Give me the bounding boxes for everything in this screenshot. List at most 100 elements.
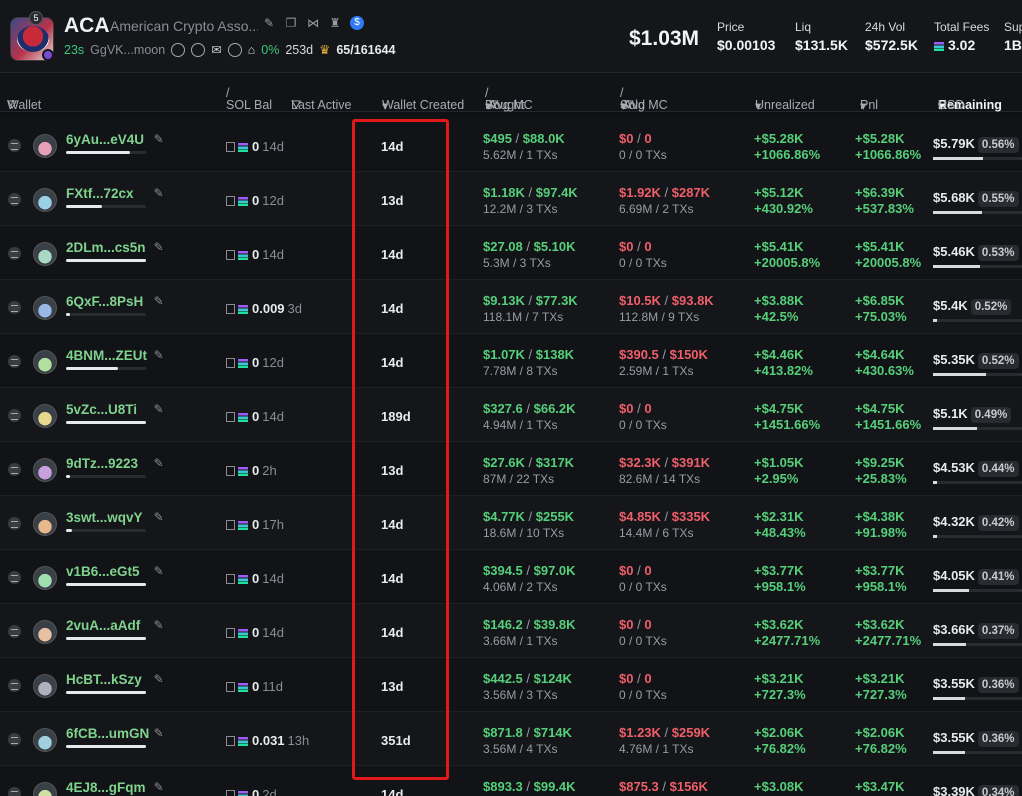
table-row[interactable]: v1B6...eGt5 ✎ 0 14d 14d $394.5 / $97.0K 4… xyxy=(0,550,1022,604)
table-row[interactable]: FXtf...72cx ✎ 0 12d 13d $1.18K / $97.4K 1… xyxy=(0,172,1022,226)
edit-icon[interactable]: ✎ xyxy=(154,564,164,578)
pnl-percent: +91.98% xyxy=(855,525,907,540)
remaining-percent-badge: 0.56% xyxy=(977,137,1019,153)
filter-icon[interactable]: ⛛ xyxy=(488,98,499,113)
wallet-address[interactable]: 9dTz...9223 xyxy=(66,456,138,471)
wallet-address[interactable]: 4EJ8...gFqm xyxy=(66,780,146,795)
edit-icon[interactable]: ✎ xyxy=(154,510,164,524)
sol-balance-value: 0 xyxy=(252,247,260,262)
wallet-address[interactable]: 2DLm...cs5n xyxy=(66,240,146,255)
filter-icon[interactable]: ⛛ xyxy=(291,98,302,113)
edit-icon[interactable]: ✎ xyxy=(154,240,164,254)
edit-icon[interactable]: ✎ xyxy=(154,780,164,794)
row-menu-icon[interactable] xyxy=(8,139,21,152)
filter-icon[interactable]: ⛛ xyxy=(7,98,18,113)
wallet-address[interactable]: 6QxF...8PsH xyxy=(66,294,143,309)
chef-icon[interactable]: ♜ xyxy=(328,16,342,30)
table-row[interactable]: 6fCB...umGN ✎ 0.031 13h 351d $871.8 / $71… xyxy=(0,712,1022,766)
sold-avg-mc: $287K xyxy=(671,185,711,200)
edit-icon[interactable]: ✎ xyxy=(154,402,164,416)
row-menu-icon[interactable] xyxy=(8,463,21,476)
edit-icon[interactable]: ✎ xyxy=(154,672,164,686)
table-row[interactable]: 2DLm...cs5n ✎ 0 14d 14d $27.08 / $5.10K 5… xyxy=(0,226,1022,280)
wallet-address[interactable]: v1B6...eGt5 xyxy=(66,564,140,579)
filter-icon[interactable]: ⛛ xyxy=(623,98,634,113)
row-menu-icon[interactable] xyxy=(8,517,21,530)
edit-icon[interactable]: ✎ xyxy=(154,348,164,362)
row-menu-icon[interactable] xyxy=(8,787,21,796)
edit-icon[interactable]: ✎ xyxy=(154,186,164,200)
solana-icon xyxy=(238,737,248,746)
col-sold[interactable]: Sold ▾ / Avg MC ⛛ xyxy=(620,86,668,113)
unrealized-amount: +$4.75K xyxy=(754,401,804,416)
share-icon[interactable]: ⋈ xyxy=(306,16,320,30)
wallet-avatar[interactable] xyxy=(33,296,57,320)
row-menu-icon[interactable] xyxy=(8,355,21,368)
table-row[interactable]: 6QxF...8PsH ✎ 0.009 3d 14d $9.13K / $77.3… xyxy=(0,280,1022,334)
wallet-avatar[interactable] xyxy=(33,566,57,590)
wallet-address[interactable]: 2vuA...aAdf xyxy=(66,618,140,633)
pnl-amount: +$4.64K xyxy=(855,347,905,362)
table-row[interactable]: 4BNM...ZEUt ✎ 0 12d 14d $1.07K / $138K 7.… xyxy=(0,334,1022,388)
row-menu-icon[interactable] xyxy=(8,301,21,314)
row-menu-icon[interactable] xyxy=(8,193,21,206)
wallet-avatar[interactable] xyxy=(33,404,57,428)
wallet-avatar[interactable] xyxy=(33,134,57,158)
wallet-address[interactable]: FXtf...72cx xyxy=(66,186,134,201)
wallet-address[interactable]: HcBT...kSzy xyxy=(66,672,142,687)
wallet-balance-bar xyxy=(66,583,146,586)
website-icon[interactable] xyxy=(191,42,206,57)
table-row[interactable]: 9dTz...9223 ✎ 0 2h 13d $27.6K / $317K 87M… xyxy=(0,442,1022,496)
pnl-cell: +$4.75K +1451.66% xyxy=(855,401,921,433)
dev-address[interactable]: GgVK...moon xyxy=(90,43,165,57)
post-icon[interactable]: ✉ xyxy=(211,42,221,57)
table-row[interactable]: 4EJ8...gFqm ✎ 0 2d 14d $893.3 / $99.4K $8… xyxy=(0,766,1022,796)
wallet-avatar[interactable] xyxy=(33,674,57,698)
edit-icon[interactable]: ✎ xyxy=(154,132,164,146)
table-row[interactable]: 6yAu...eV4U ✎ 0 14d 14d $495 / $88.0K 5.6… xyxy=(0,118,1022,172)
wallet-avatar[interactable] xyxy=(33,242,57,266)
row-menu-icon[interactable] xyxy=(8,409,21,422)
usd-toggle[interactable]: USD xyxy=(938,98,964,112)
wallet-address[interactable]: 6yAu...eV4U xyxy=(66,132,144,147)
table-row[interactable]: HcBT...kSzy ✎ 0 11d 13d $442.5 / $124K 3.… xyxy=(0,658,1022,712)
table-row[interactable]: 2vuA...aAdf ✎ 0 14d 14d $146.2 / $39.8K 3… xyxy=(0,604,1022,658)
bought-amount: $4.77K xyxy=(483,509,525,524)
wallet-avatar[interactable] xyxy=(33,512,57,536)
bought-amount: $442.5 xyxy=(483,671,523,686)
copy-icon[interactable]: ❐ xyxy=(284,16,298,30)
wallet-address[interactable]: 6fCB...umGN xyxy=(66,726,149,741)
table-header: Wallet ⛛ SOL Bal / Last Active ⛛ Wallet … xyxy=(0,74,1022,113)
token-name[interactable]: American Crypto Asso... xyxy=(110,18,258,34)
wallet-avatar[interactable] xyxy=(33,350,57,374)
edit-icon[interactable]: ✎ xyxy=(154,726,164,740)
col-sol-bal[interactable]: SOL Bal / xyxy=(226,86,272,112)
wallet-avatar[interactable] xyxy=(33,782,57,796)
edit-icon[interactable]: ✎ xyxy=(154,618,164,632)
pnl-amount: +$3.47K xyxy=(855,779,905,794)
last-active: 11d xyxy=(262,679,283,694)
table-row[interactable]: 5vZc...U8Ti ✎ 0 14d 189d $327.6 / $66.2K … xyxy=(0,388,1022,442)
row-menu-icon[interactable] xyxy=(8,571,21,584)
sold-amount: $0 xyxy=(619,131,634,146)
wallet-avatar[interactable] xyxy=(33,188,57,212)
row-menu-icon[interactable] xyxy=(8,733,21,746)
edit-icon[interactable]: ✎ xyxy=(154,456,164,470)
wallet-address[interactable]: 3swt...wqvY xyxy=(66,510,143,525)
wallet-avatar[interactable] xyxy=(33,728,57,752)
edit-icon[interactable]: ✎ xyxy=(262,16,276,30)
dollar-icon[interactable]: $ xyxy=(350,16,364,30)
wallet-address[interactable]: 4BNM...ZEUt xyxy=(66,348,147,363)
row-menu-icon[interactable] xyxy=(8,679,21,692)
col-bought[interactable]: Bought ▾ / Avg MC ⛛ xyxy=(485,86,533,113)
row-menu-icon[interactable] xyxy=(8,625,21,638)
bought-cell: $893.3 / $99.4K xyxy=(483,779,576,794)
globe-icon[interactable] xyxy=(171,42,186,57)
search-icon[interactable] xyxy=(227,42,242,57)
edit-icon[interactable]: ✎ xyxy=(154,294,164,308)
row-menu-icon[interactable] xyxy=(8,247,21,260)
wallet-address[interactable]: 5vZc...U8Ti xyxy=(66,402,137,417)
wallet-avatar[interactable] xyxy=(33,620,57,644)
wallet-avatar[interactable] xyxy=(33,458,57,482)
table-row[interactable]: 3swt...wqvY ✎ 0 17h 14d $4.77K / $255K 18… xyxy=(0,496,1022,550)
